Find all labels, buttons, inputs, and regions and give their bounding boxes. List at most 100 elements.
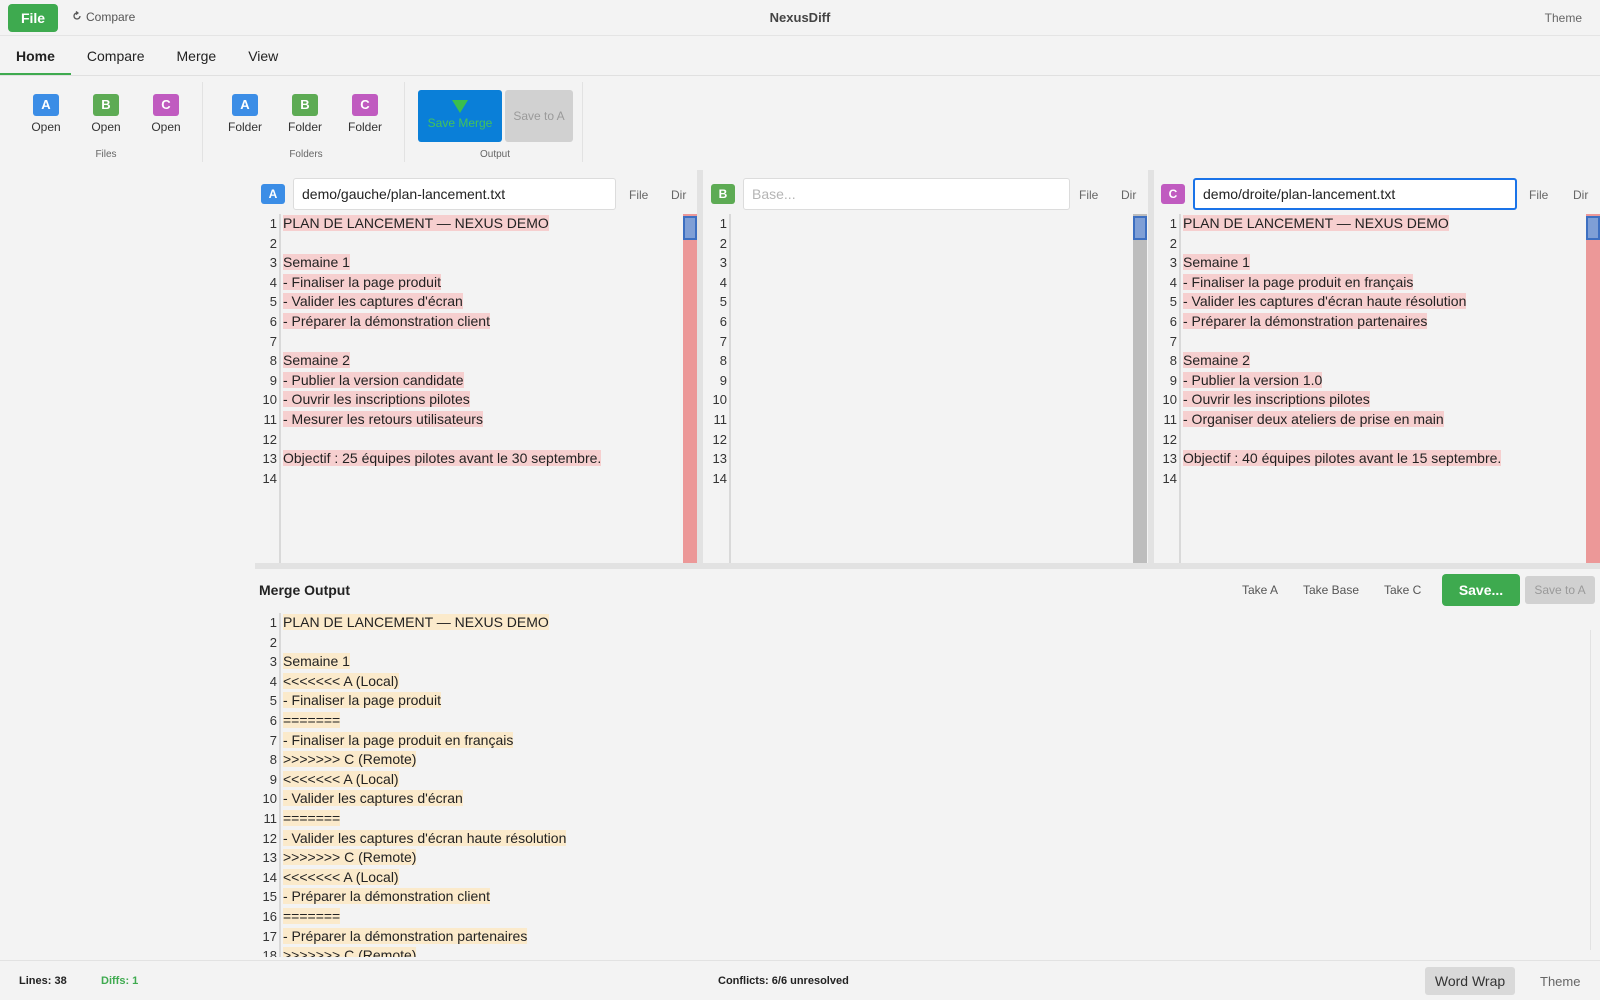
save-button[interactable]: Save... xyxy=(1442,574,1520,606)
line-number: 17 xyxy=(262,928,277,944)
code-line-text: Semaine 2 xyxy=(1183,352,1250,369)
code-line-text: - Préparer la démonstration partenaires xyxy=(283,927,528,944)
merge-code[interactable]: PLAN DE LANCEMENT — NEXUS DEMO Semaine 1 <… xyxy=(283,613,1593,957)
tab-merge[interactable]: Merge xyxy=(161,36,233,75)
open-c-button[interactable]: C Open xyxy=(142,94,190,134)
pane-c-badge: C xyxy=(1161,184,1185,204)
code-line: ======= xyxy=(283,809,1593,829)
pane-b-scroll-thumb[interactable] xyxy=(1133,216,1147,240)
take-c-button[interactable]: Take C xyxy=(1384,583,1421,597)
merge-output-editor[interactable]: 1 2 3 4 5 6 7 8 9 10 11 12 13 14 15 16 17 18 PLAN DE LANC… xyxy=(255,613,1593,957)
pane-c-dir-button[interactable]: Dir xyxy=(1573,188,1588,202)
code-line: <<<<<<< A (Local) xyxy=(283,770,1593,790)
code-line: - Ouvrir les inscriptions pilotes xyxy=(283,390,673,410)
tab-view[interactable]: View xyxy=(232,36,294,75)
badge-b: B xyxy=(93,94,119,116)
folder-c-button[interactable]: C Folder xyxy=(341,94,389,134)
pane-a-scroll-thumb[interactable] xyxy=(683,216,697,240)
code-line: >>>>>>> C (Remote) xyxy=(283,750,1593,770)
line-number: 5 xyxy=(269,693,277,709)
status-lines: Lines: 38 xyxy=(19,975,67,987)
code-line: - Valider les captures d'écran xyxy=(283,789,1593,809)
pane-a-file-button[interactable]: File xyxy=(629,188,648,202)
word-wrap-toggle[interactable]: Word Wrap xyxy=(1425,967,1515,995)
line-number: 14 xyxy=(262,869,277,885)
code-line-text: - Publier la version candidate xyxy=(283,371,464,388)
line-number: 3 xyxy=(269,654,277,670)
pane-a-path-input[interactable] xyxy=(293,178,616,210)
pane-c-diff-bar[interactable] xyxy=(1586,214,1600,563)
pane-c-scroll-thumb[interactable] xyxy=(1586,216,1600,240)
line-number: 13 xyxy=(262,850,277,866)
line-number: 11 xyxy=(263,411,278,427)
code-line: ======= xyxy=(283,907,1593,927)
pane-b-code[interactable] xyxy=(733,214,1124,563)
code-line: Semaine 1 xyxy=(1183,253,1576,273)
pane-b-diff-bar[interactable] xyxy=(1133,214,1147,563)
code-line-text: <<<<<<< A (Local) xyxy=(283,672,399,689)
pane-b-dir-button[interactable]: Dir xyxy=(1121,188,1136,202)
take-a-button[interactable]: Take A xyxy=(1242,583,1278,597)
pane-a-dir-button[interactable]: Dir xyxy=(671,188,686,202)
tab-home[interactable]: Home xyxy=(0,36,71,75)
pane-divider[interactable] xyxy=(1148,170,1154,563)
open-a-button[interactable]: A Open xyxy=(22,94,70,134)
line-number: 3 xyxy=(269,255,277,271)
line-number: 8 xyxy=(269,752,277,768)
pane-c-gutter: 1 2 3 4 5 6 7 8 9 10 11 12 13 14 xyxy=(1155,214,1181,563)
code-line: Semaine 1 xyxy=(283,652,1593,672)
code-line: - Préparer la démonstration client xyxy=(283,312,673,332)
line-number: 6 xyxy=(719,313,727,329)
pane-b-file-button[interactable]: File xyxy=(1079,188,1098,202)
pane-divider[interactable] xyxy=(697,170,703,563)
line-number: 10 xyxy=(1162,392,1177,408)
code-line-text: >>>>>>> C (Remote) xyxy=(283,849,417,866)
pane-c-editor[interactable]: 1 2 3 4 5 6 7 8 9 10 11 12 13 14 PLAN DE LANCEMENT — … xyxy=(1155,214,1600,563)
code-line: - Finaliser la page produit xyxy=(283,273,673,293)
code-line: Objectif : 40 équipes pilotes avant le 1… xyxy=(1183,449,1576,469)
take-base-button[interactable]: Take Base xyxy=(1303,583,1359,597)
pane-a-diff-bar[interactable] xyxy=(683,214,697,563)
code-line: - Préparer la démonstration client xyxy=(283,887,1593,907)
line-number: 5 xyxy=(1169,294,1177,310)
code-line-text: ======= xyxy=(283,711,341,728)
theme-button-top[interactable]: Theme xyxy=(1545,11,1582,25)
pane-c: C File Dir 1234567891011121314 PLAN DE L… xyxy=(1155,170,1600,563)
code-line-text: >>>>>>> C (Remote) xyxy=(283,947,417,957)
line-number: 4 xyxy=(1169,274,1177,290)
code-line: >>>>>>> C (Remote) xyxy=(283,946,1593,957)
line-number: 2 xyxy=(269,235,277,251)
line-number: 3 xyxy=(1169,255,1177,271)
pane-a-code[interactable]: PLAN DE LANCEMENT — NEXUS DEMO Semaine 1 -… xyxy=(283,214,673,563)
tab-compare[interactable]: Compare xyxy=(71,36,161,75)
folder-c-label: Folder xyxy=(347,120,382,134)
folder-b-button[interactable]: B Folder xyxy=(281,94,329,134)
pane-b-path-input[interactable] xyxy=(743,178,1070,210)
title-bar: File Compare NexusDiff Theme xyxy=(0,0,1600,36)
code-line-text: Semaine 1 xyxy=(1183,254,1250,271)
open-c-label: Open xyxy=(151,120,181,134)
code-line: - Publier la version 1.0 xyxy=(1183,371,1576,391)
pane-c-file-button[interactable]: File xyxy=(1529,188,1548,202)
pane-c-code[interactable]: PLAN DE LANCEMENT — NEXUS DEMO Semaine 1 -… xyxy=(1183,214,1576,563)
line-number: 6 xyxy=(269,712,277,728)
code-line: - Valider les captures d'écran xyxy=(283,292,673,312)
open-b-button[interactable]: B Open xyxy=(82,94,130,134)
line-number: 7 xyxy=(269,333,277,349)
ribbon-separator xyxy=(202,82,203,162)
folder-a-button[interactable]: A Folder xyxy=(221,94,269,134)
pane-b-editor[interactable]: 1 2 3 4 5 6 7 8 9 10 11 12 13 14 xyxy=(705,214,1148,563)
merge-scrollbar-track[interactable] xyxy=(1590,630,1591,950)
line-number: 6 xyxy=(269,313,277,329)
line-number: 1 xyxy=(269,216,277,231)
save-to-a-button[interactable]: Save to A xyxy=(1525,576,1595,604)
theme-button[interactable]: Theme xyxy=(1540,974,1580,989)
pane-a-gutter: 1 2 3 4 5 6 7 8 9 10 11 12 13 14 xyxy=(255,214,281,563)
badge-a: A xyxy=(33,94,59,116)
horizontal-splitter[interactable] xyxy=(255,563,1600,569)
pane-a-editor[interactable]: 1 2 3 4 5 6 7 8 9 10 11 12 13 14 PLAN DE LANCEMENT — … xyxy=(255,214,697,563)
pane-c-path-input[interactable] xyxy=(1193,178,1517,210)
